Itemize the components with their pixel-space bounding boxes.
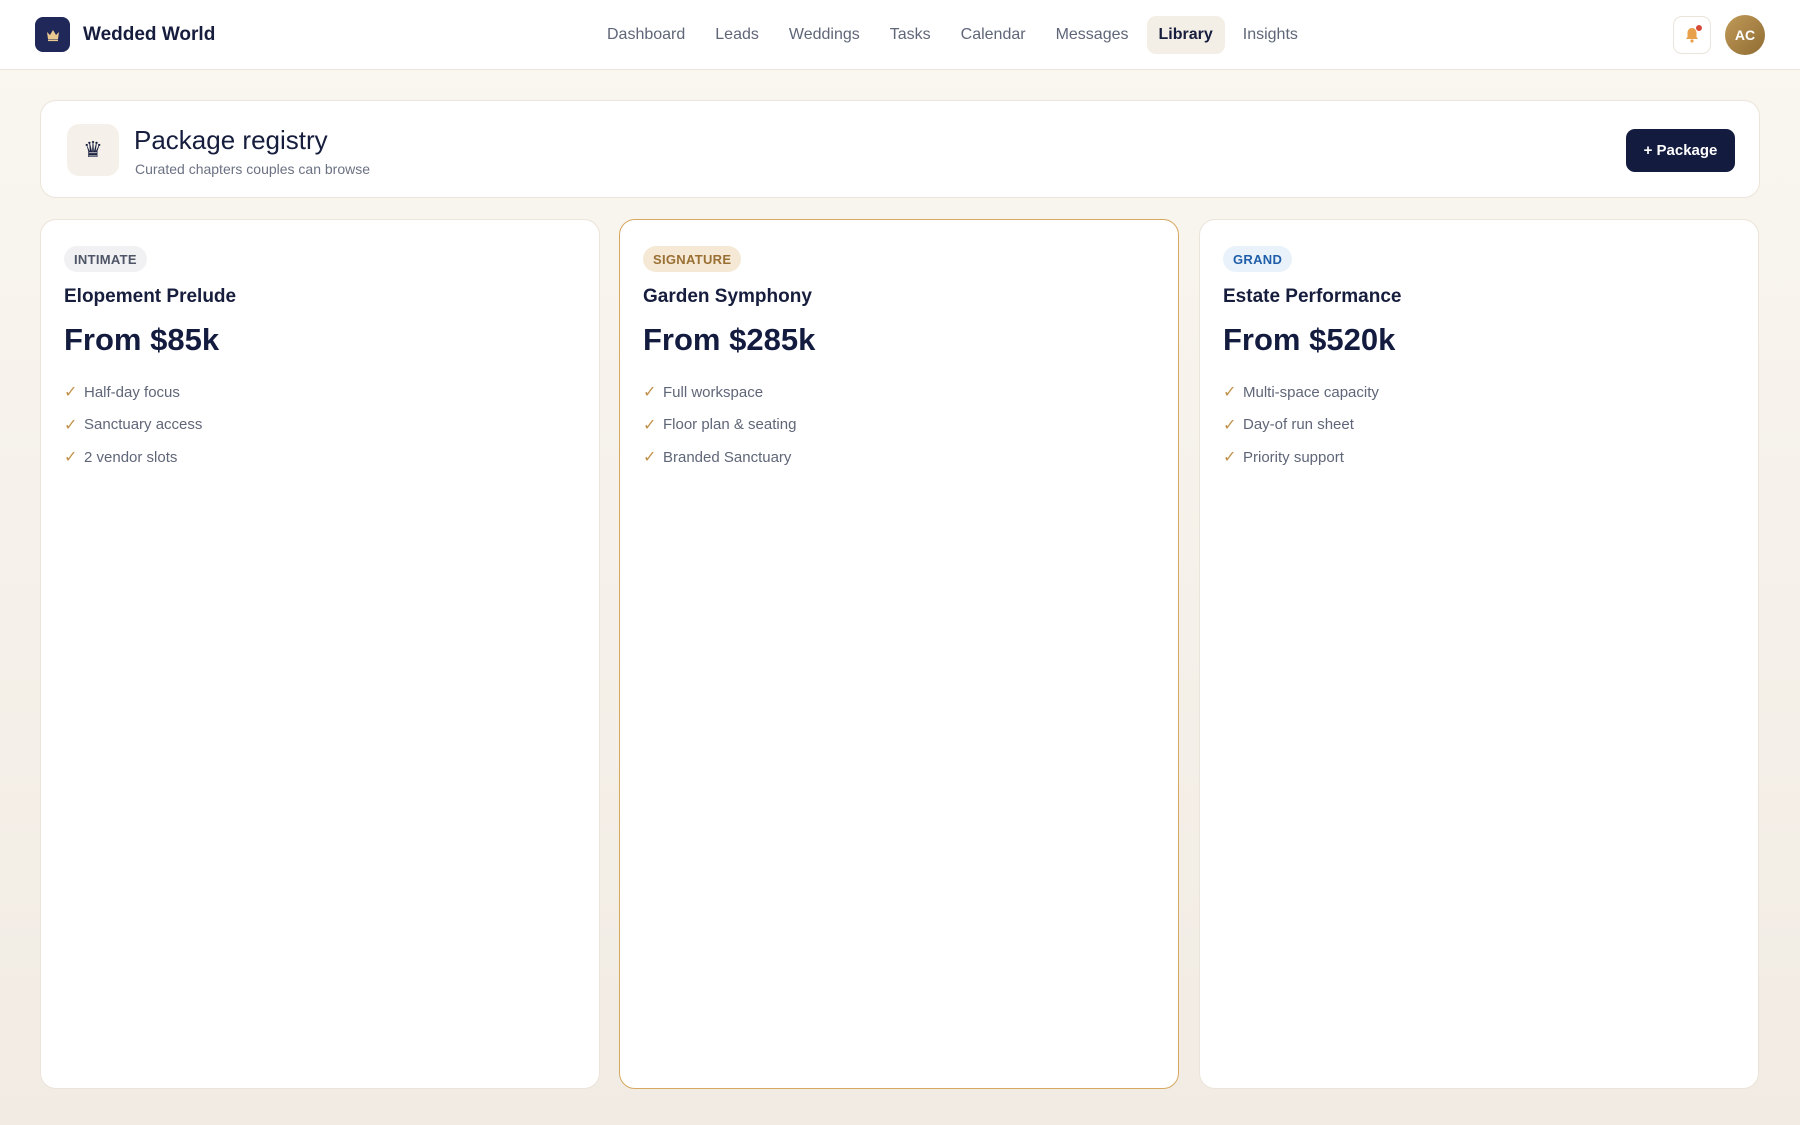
feature-list: ✓ Half-day focus ✓ Sanctuary access ✓ 2 ven… [64, 376, 202, 474]
check-icon: ✓ [643, 416, 657, 434]
feature-item: ✓ Day-of run sheet [1223, 409, 1379, 442]
feature-label: Multi-space capacity [1243, 383, 1379, 401]
notification-dot [1695, 24, 1703, 32]
nav-item-weddings[interactable]: Weddings [777, 16, 872, 54]
main-nav: Dashboard Leads Weddings Tasks Calendar … [595, 16, 1316, 54]
feature-item: ✓ Priority support [1223, 441, 1379, 474]
nav-item-dashboard[interactable]: Dashboard [595, 16, 697, 54]
feature-item: ✓ Full workspace [643, 376, 796, 409]
nav-item-insights[interactable]: Insights [1231, 16, 1310, 54]
package-price: From $285k [643, 322, 816, 357]
feature-label: Full workspace [663, 383, 764, 401]
check-icon: ✓ [1223, 449, 1237, 467]
user-avatar[interactable]: AC [1725, 15, 1765, 55]
feature-item: ✓ Half-day focus [64, 376, 202, 409]
feature-list: ✓ Full workspace ✓ Floor plan & seating ✓ B… [643, 376, 796, 474]
package-card-signature[interactable]: SIGNATURE Garden Symphony From $285k ✓ Fu… [619, 219, 1179, 1089]
check-icon: ✓ [1223, 416, 1237, 434]
feature-label: Sanctuary access [84, 416, 203, 434]
feature-item: ✓ Branded Sanctuary [643, 441, 796, 474]
tier-badge: INTIMATE [64, 246, 147, 272]
package-price: From $85k [64, 322, 220, 357]
feature-label: Half-day focus [84, 383, 180, 401]
package-price: From $520k [1223, 322, 1396, 357]
check-icon: ✓ [64, 384, 78, 402]
feature-label: Floor plan & seating [663, 416, 797, 434]
feature-label: Priority support [1243, 448, 1344, 466]
feature-item: ✓ Floor plan & seating [643, 409, 796, 442]
feature-label: Branded Sanctuary [663, 448, 792, 466]
nav-item-calendar[interactable]: Calendar [949, 16, 1038, 54]
brand[interactable]: Wedded World [35, 17, 215, 52]
package-name: Elopement Prelude [64, 286, 237, 307]
tier-badge: GRAND [1223, 246, 1293, 272]
package-name: Garden Symphony [643, 286, 812, 307]
feature-label: 2 vendor slots [84, 448, 178, 466]
nav-item-messages[interactable]: Messages [1044, 16, 1141, 54]
check-icon: ✓ [1223, 384, 1237, 402]
nav-item-leads[interactable]: Leads [703, 16, 771, 54]
app-name: Wedded World [83, 23, 216, 45]
nav-item-tasks[interactable]: Tasks [878, 16, 943, 54]
check-icon: ✓ [643, 449, 657, 467]
feature-label: Day-of run sheet [1243, 416, 1354, 434]
top-navigation-bar: Wedded World Dashboard Leads Weddings Ta… [0, 0, 1800, 70]
package-card-grand[interactable]: GRAND Estate Performance From $520k ✓ Mul… [1199, 219, 1759, 1089]
check-icon: ✓ [64, 449, 78, 467]
nav-item-library[interactable]: Library [1146, 16, 1225, 54]
feature-item: ✓ Sanctuary access [64, 409, 202, 442]
feature-item: ✓ 2 vendor slots [64, 441, 202, 474]
crown-logo-icon [35, 17, 70, 52]
check-icon: ✓ [643, 384, 657, 402]
notifications-button[interactable] [1673, 16, 1711, 54]
package-name: Estate Performance [1223, 286, 1402, 307]
page-header: ♛ Package registry Curated chapters coup… [40, 100, 1760, 198]
page-title: Package registry [134, 125, 328, 155]
check-icon: ✓ [64, 416, 78, 434]
feature-item: ✓ Multi-space capacity [1223, 376, 1379, 409]
feature-list: ✓ Multi-space capacity ✓ Day-of run sheet … [1223, 376, 1379, 474]
tier-badge: SIGNATURE [643, 246, 742, 272]
crown-icon: ♛ [67, 124, 119, 176]
package-card-intimate[interactable]: INTIMATE Elopement Prelude From $85k ✓ Ha… [40, 219, 600, 1089]
page-subtitle: Curated chapters couples can browse [135, 161, 371, 177]
add-package-button[interactable]: + Package [1626, 129, 1735, 172]
